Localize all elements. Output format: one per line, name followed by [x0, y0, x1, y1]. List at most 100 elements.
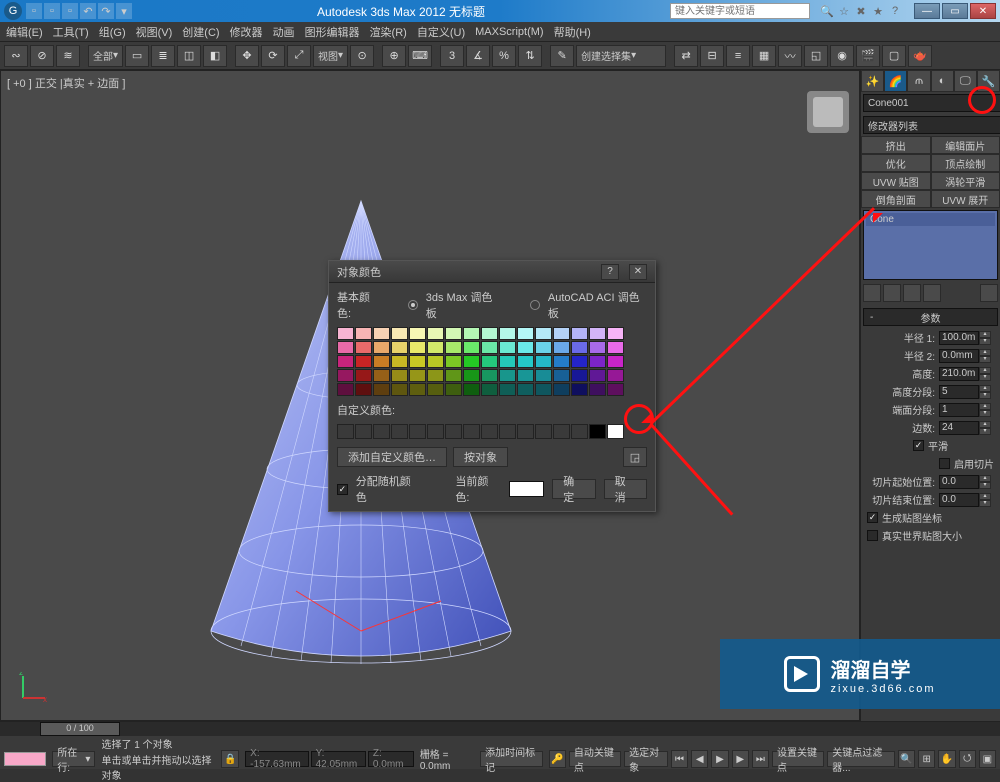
custom-color-2[interactable]	[355, 424, 372, 439]
color-swatch[interactable]	[589, 369, 606, 382]
custom-color-1[interactable]	[337, 424, 354, 439]
color-swatch[interactable]	[571, 355, 588, 368]
selection-filter-dropdown[interactable]: 全部 ▾	[88, 45, 123, 67]
color-swatch[interactable]	[535, 383, 552, 396]
color-swatch[interactable]	[409, 383, 426, 396]
custom-color-3[interactable]	[373, 424, 390, 439]
maximize-button[interactable]: ▭	[942, 3, 968, 19]
material-editor-icon[interactable]: ◉	[830, 45, 854, 67]
color-swatch[interactable]	[571, 341, 588, 354]
modifier-list-dropdown[interactable]	[863, 116, 1000, 134]
color-swatch[interactable]	[481, 341, 498, 354]
color-swatch[interactable]	[517, 355, 534, 368]
color-swatch[interactable]	[427, 383, 444, 396]
percent-snap-icon[interactable]: %	[492, 45, 516, 67]
next-frame-icon[interactable]: ▶	[732, 750, 749, 768]
edit-named-sel-icon[interactable]: ✎	[550, 45, 574, 67]
color-swatch[interactable]	[463, 383, 480, 396]
rotate-icon[interactable]: ⟳	[261, 45, 285, 67]
color-swatch[interactable]	[535, 327, 552, 340]
hseg-spinner[interactable]: ▴▾	[939, 385, 994, 399]
color-swatch[interactable]	[571, 369, 588, 382]
qat-save-icon[interactable]: ▫	[62, 3, 78, 19]
color-swatch[interactable]	[571, 383, 588, 396]
color-swatch[interactable]	[535, 369, 552, 382]
by-object-button[interactable]: 按对象	[453, 447, 508, 467]
color-swatch[interactable]	[499, 355, 516, 368]
custom-color-12[interactable]	[535, 424, 552, 439]
modbtn-turbosmooth[interactable]: 涡轮平滑	[931, 172, 1000, 190]
color-swatch[interactable]	[445, 383, 462, 396]
color-swatch[interactable]	[499, 327, 516, 340]
color-swatch[interactable]	[571, 327, 588, 340]
action-dropdown[interactable]: 所在行: ▾	[52, 751, 95, 767]
spinner-snap-icon[interactable]: ⇅	[518, 45, 542, 67]
color-swatch[interactable]	[499, 341, 516, 354]
show-end-result-icon[interactable]	[883, 284, 901, 302]
lock-selection-icon[interactable]: 🔒	[221, 750, 239, 768]
coord-y-field[interactable]: Y: 42.05mm	[311, 751, 366, 767]
nav-zoom-icon[interactable]: 🔍	[898, 750, 915, 768]
color-swatch[interactable]	[337, 355, 354, 368]
use-pivot-icon[interactable]: ⊙	[350, 45, 374, 67]
custom-color-5[interactable]	[409, 424, 426, 439]
color-swatch[interactable]	[607, 327, 624, 340]
color-swatch[interactable]	[355, 383, 372, 396]
modbtn-unwrap[interactable]: UVW 展开	[931, 190, 1000, 208]
cancel-button[interactable]: 取消	[604, 479, 647, 499]
color-swatch[interactable]	[463, 355, 480, 368]
exchange-icon[interactable]: ✖	[854, 4, 868, 18]
qat-open-icon[interactable]: ▫	[44, 3, 60, 19]
color-swatch[interactable]	[427, 341, 444, 354]
color-swatch[interactable]	[373, 355, 390, 368]
palette-3dsmax-radio[interactable]	[408, 300, 418, 310]
signin-icon[interactable]: ☆	[837, 4, 851, 18]
radius1-spinner[interactable]: ▴▾	[939, 331, 994, 345]
menu-tools[interactable]: 工具(T)	[53, 24, 89, 40]
modbtn-optimize[interactable]: 优化	[861, 154, 931, 172]
menu-animation[interactable]: 动画	[273, 24, 295, 40]
menu-maxscript[interactable]: MAXScript(M)	[475, 26, 543, 38]
color-swatch[interactable]	[373, 369, 390, 382]
dialog-close-icon[interactable]: ✕	[629, 264, 647, 280]
color-swatch[interactable]	[535, 355, 552, 368]
cseg-spinner[interactable]: ▴▾	[939, 403, 994, 417]
make-unique-icon[interactable]	[903, 284, 921, 302]
custom-color-13[interactable]	[553, 424, 570, 439]
utilities-tab-icon[interactable]: 🔧	[977, 70, 1000, 92]
setkey-button[interactable]: 设置关键点	[772, 751, 824, 767]
real-world-checkbox[interactable]	[867, 530, 878, 541]
coord-x-field[interactable]: X: -157.63mm	[245, 751, 308, 767]
color-swatch[interactable]	[535, 341, 552, 354]
color-swatch[interactable]	[445, 341, 462, 354]
color-swatch[interactable]	[481, 369, 498, 382]
custom-color-14[interactable]	[571, 424, 588, 439]
nav-orbit-icon[interactable]: ⭯	[959, 750, 976, 768]
smooth-checkbox[interactable]	[913, 440, 924, 451]
gen-uv-checkbox[interactable]	[867, 512, 878, 523]
color-swatch[interactable]	[481, 355, 498, 368]
modbtn-bevelprofile[interactable]: 倒角剖面	[861, 190, 931, 208]
color-swatch[interactable]	[445, 369, 462, 382]
current-color-swatch[interactable]	[509, 481, 544, 497]
color-swatch[interactable]	[373, 327, 390, 340]
add-custom-button[interactable]: 添加自定义颜色…	[337, 447, 447, 467]
color-swatch[interactable]	[589, 341, 606, 354]
bind-spacewarp-icon[interactable]: ≋	[56, 45, 80, 67]
menu-group[interactable]: 组(G)	[99, 24, 126, 40]
selkey-dropdown[interactable]: 选定对象	[624, 751, 668, 767]
goto-end-icon[interactable]: ⏭	[752, 750, 769, 768]
assign-random-checkbox[interactable]	[337, 484, 348, 495]
ref-coord-dropdown[interactable]: 视图 ▾	[313, 45, 348, 67]
color-swatch[interactable]	[355, 355, 372, 368]
color-swatch[interactable]	[589, 327, 606, 340]
color-swatch[interactable]	[391, 341, 408, 354]
script-listener-icon[interactable]	[4, 752, 46, 766]
slice-to-spinner[interactable]: ▴▾	[939, 493, 994, 507]
dialog-help-icon[interactable]: ?	[601, 264, 619, 280]
pin-stack-icon[interactable]	[863, 284, 881, 302]
palette-aci-radio[interactable]	[530, 300, 540, 310]
color-swatch[interactable]	[391, 383, 408, 396]
qat-new-icon[interactable]: ▫	[26, 3, 42, 19]
color-swatch[interactable]	[427, 327, 444, 340]
